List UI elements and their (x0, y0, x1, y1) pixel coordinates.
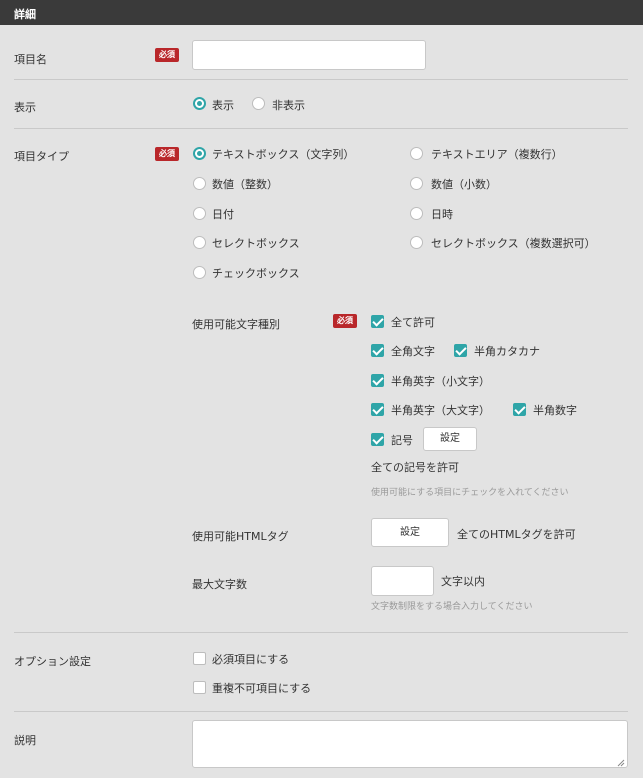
html-tags-note: 全てのHTMLタグを許可 (457, 528, 576, 541)
max-chars-hint: 文字数制限をする場合入力してください (371, 602, 533, 612)
unique-item-checkbox[interactable] (193, 681, 206, 694)
required-badge: 必須 (333, 314, 357, 328)
type-checkbox-radio[interactable] (193, 266, 206, 279)
char-types-hint: 使用可能にする項目にチェックを入れてください (371, 488, 569, 498)
description-label: 説明 (14, 734, 36, 747)
char-types-label: 使用可能文字種別 (192, 318, 280, 331)
item-type-label: 項目タイプ (14, 150, 69, 163)
divider (14, 128, 628, 129)
max-chars-suffix: 文字以内 (441, 575, 485, 588)
unique-item-label: 重複不可項目にする (212, 682, 312, 695)
max-chars-input[interactable] (371, 566, 434, 596)
type-date-radio[interactable] (193, 207, 206, 220)
display-label: 表示 (14, 101, 36, 114)
max-chars-label: 最大文字数 (192, 578, 247, 591)
display-show-radio[interactable] (193, 97, 206, 110)
type-multiselect-radio[interactable] (410, 236, 423, 249)
char-halfkana-checkbox[interactable] (454, 344, 467, 357)
display-hide-label: 非表示 (272, 99, 305, 112)
symbols-note: 全ての記号を許可 (371, 461, 459, 474)
type-decimal-radio[interactable] (410, 177, 423, 190)
display-show-label: 表示 (212, 99, 234, 112)
item-name-input[interactable] (192, 40, 426, 70)
char-lower-checkbox[interactable] (371, 374, 384, 387)
type-select-label: セレクトボックス (212, 237, 300, 250)
type-decimal-label: 数値（小数） (431, 178, 497, 191)
char-fullwidth-checkbox[interactable] (371, 344, 384, 357)
type-select-radio[interactable] (193, 236, 206, 249)
divider (14, 632, 628, 633)
required-item-checkbox[interactable] (193, 652, 206, 665)
char-upper-label: 半角英字（大文字） (391, 404, 490, 417)
type-datetime-radio[interactable] (410, 207, 423, 220)
type-integer-radio[interactable] (193, 177, 206, 190)
description-textarea[interactable] (192, 720, 628, 768)
char-fullwidth-label: 全角文字 (391, 345, 435, 358)
html-tags-settings-button[interactable]: 設定 (371, 518, 449, 547)
type-integer-label: 数値（整数） (212, 178, 278, 191)
char-digits-checkbox[interactable] (513, 403, 526, 416)
section-title: 詳細 (14, 8, 36, 21)
char-all-checkbox[interactable] (371, 315, 384, 328)
type-textbox-label: テキストボックス（文字列） (212, 148, 355, 161)
char-all-label: 全て許可 (391, 316, 435, 329)
char-symbols-label: 記号 (391, 434, 413, 447)
char-digits-label: 半角数字 (533, 404, 577, 417)
item-name-label: 項目名 (14, 53, 47, 66)
required-badge: 必須 (155, 48, 179, 62)
resize-handle-icon[interactable] (617, 757, 625, 767)
divider (14, 79, 628, 80)
char-lower-label: 半角英字（小文字） (391, 375, 490, 388)
type-textarea-label: テキストエリア（複数行） (431, 148, 563, 161)
divider (14, 711, 628, 712)
type-checkbox-label: チェックボックス (212, 267, 300, 280)
option-settings-label: オプション設定 (14, 655, 91, 668)
display-hide-radio[interactable] (252, 97, 265, 110)
char-symbols-checkbox[interactable] (371, 433, 384, 446)
type-datetime-label: 日時 (431, 208, 453, 221)
type-multiselect-label: セレクトボックス（複数選択可） (431, 237, 596, 250)
required-item-label: 必須項目にする (212, 653, 290, 666)
required-badge: 必須 (155, 147, 179, 161)
char-halfkana-label: 半角カタカナ (474, 345, 540, 358)
section-header: 詳細 (0, 0, 643, 25)
type-textarea-radio[interactable] (410, 147, 423, 160)
type-textbox-radio[interactable] (193, 147, 206, 160)
symbols-settings-button[interactable]: 設定 (423, 427, 477, 451)
type-date-label: 日付 (212, 208, 234, 221)
html-tags-label: 使用可能HTMLタグ (192, 530, 289, 543)
char-upper-checkbox[interactable] (371, 403, 384, 416)
